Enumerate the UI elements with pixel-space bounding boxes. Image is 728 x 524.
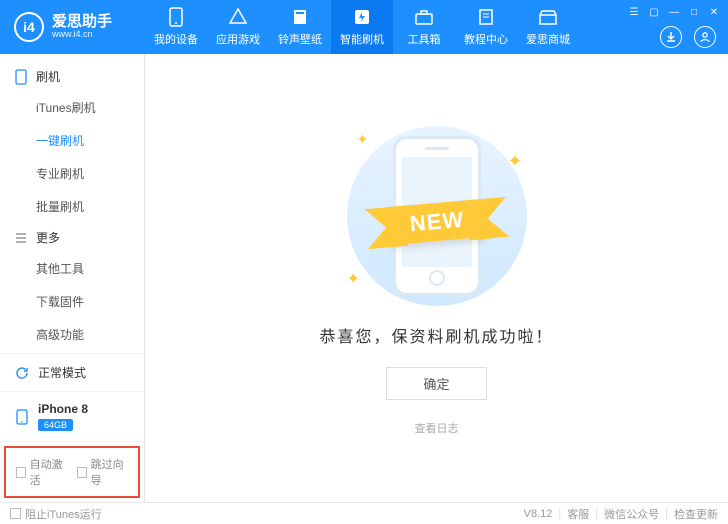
footer-support-link[interactable]: 客服	[567, 506, 589, 522]
shop-icon	[538, 7, 558, 27]
version-label: V8.12	[524, 508, 553, 520]
music-icon	[290, 7, 310, 27]
nav-shop[interactable]: 爱思商城	[517, 0, 579, 54]
minimize-button[interactable]: —	[668, 6, 680, 18]
sidebar: 刷机 iTunes刷机 一键刷机 专业刷机 批量刷机 更多 其他工具 下载固件 …	[0, 54, 145, 502]
skin-icon[interactable]: ▢	[648, 6, 660, 18]
brand-title: 爱思助手	[52, 14, 112, 31]
maximize-button[interactable]: □	[688, 6, 700, 18]
device-name: iPhone 8	[38, 402, 88, 416]
top-nav: 我的设备 应用游戏 铃声壁纸 智能刷机 工具箱 教程中心 爱思商城	[145, 0, 579, 54]
window-controls: ☰ ▢ — □ ✕	[628, 6, 720, 18]
sidebar-item-itunes-flash[interactable]: iTunes刷机	[0, 91, 144, 124]
checkbox-icon	[16, 467, 26, 478]
sidebar-section-title: 刷机	[36, 68, 60, 85]
checkbox-skip-guide[interactable]: 跳过向导	[77, 456, 128, 488]
connected-device[interactable]: iPhone 8 64GB	[0, 392, 144, 442]
app-header: i4 爱思助手 www.i4.cn 我的设备 应用游戏 铃声壁纸 智能刷机 工具…	[0, 0, 728, 54]
list-icon	[14, 231, 28, 245]
status-bar: 阻止iTunes运行 V8.12 | 客服 | 微信公众号 | 检查更新	[0, 502, 728, 524]
cart-icon[interactable]: ☰	[628, 6, 640, 18]
apps-icon	[228, 7, 248, 27]
brand-subtitle: www.i4.cn	[52, 30, 112, 40]
user-area	[660, 26, 716, 48]
sidebar-section-title: 更多	[36, 229, 60, 246]
flash-options-highlight: 自动激活 跳过向导	[4, 446, 140, 498]
footer-wechat-link[interactable]: 微信公众号	[604, 506, 659, 522]
sidebar-item-pro-flash[interactable]: 专业刷机	[0, 157, 144, 190]
sparkle-icon: ✦	[357, 131, 369, 148]
nav-tutorials[interactable]: 教程中心	[455, 0, 517, 54]
sidebar-item-advanced[interactable]: 高级功能	[0, 318, 144, 351]
refresh-icon	[14, 365, 30, 381]
toolbox-icon	[414, 7, 434, 27]
sidebar-item-oneclick-flash[interactable]: 一键刷机	[0, 124, 144, 157]
nav-apps[interactable]: 应用游戏	[207, 0, 269, 54]
success-illustration: ✦ ✦ ✦ NEW	[337, 121, 537, 311]
brand-logo[interactable]: i4 爱思助手 www.i4.cn	[0, 12, 145, 42]
phone-outline-icon	[14, 70, 28, 84]
new-ribbon-icon: NEW	[388, 198, 485, 244]
view-log-link[interactable]: 查看日志	[415, 420, 459, 436]
footer-update-link[interactable]: 检查更新	[674, 506, 718, 522]
sidebar-item-batch-flash[interactable]: 批量刷机	[0, 190, 144, 223]
user-profile-button[interactable]	[694, 26, 716, 48]
checkbox-block-itunes[interactable]: 阻止iTunes运行	[10, 506, 102, 522]
sidebar-section-more[interactable]: 更多	[0, 223, 144, 252]
main-content: ✦ ✦ ✦ NEW 恭喜您，保资料刷机成功啦！ 确定 查看日志	[145, 54, 728, 502]
logo-badge-icon: i4	[14, 12, 44, 42]
checkbox-icon	[10, 508, 21, 519]
close-button[interactable]: ✕	[708, 6, 720, 18]
sparkle-icon: ✦	[507, 151, 522, 172]
device-mode[interactable]: 正常模式	[0, 354, 144, 392]
sparkle-icon: ✦	[347, 269, 360, 289]
device-storage-badge: 64GB	[38, 419, 73, 431]
device-mode-label: 正常模式	[38, 364, 86, 381]
book-icon	[476, 7, 496, 27]
download-button[interactable]	[660, 26, 682, 48]
nav-toolbox[interactable]: 工具箱	[393, 0, 455, 54]
checkbox-icon	[77, 467, 87, 478]
nav-ringtones[interactable]: 铃声壁纸	[269, 0, 331, 54]
nav-my-device[interactable]: 我的设备	[145, 0, 207, 54]
confirm-button[interactable]: 确定	[386, 367, 486, 400]
sidebar-section-flash[interactable]: 刷机	[0, 62, 144, 91]
phone-icon	[166, 7, 186, 27]
nav-flash[interactable]: 智能刷机	[331, 0, 393, 54]
sidebar-item-download-firmware[interactable]: 下载固件	[0, 285, 144, 318]
success-message: 恭喜您，保资料刷机成功啦！	[319, 323, 553, 347]
sidebar-item-other-tools[interactable]: 其他工具	[0, 252, 144, 285]
device-phone-icon	[14, 409, 30, 425]
flash-icon	[352, 7, 372, 27]
checkbox-auto-activate[interactable]: 自动激活	[16, 456, 67, 488]
